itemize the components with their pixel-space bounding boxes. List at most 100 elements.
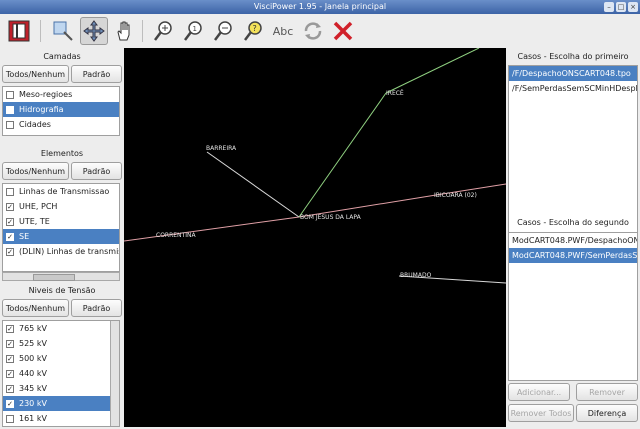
map-label-ibicoara: IBICOARA (02) <box>434 192 477 199</box>
checkbox[interactable]: ✓ <box>6 339 14 348</box>
zoom-out-tool-button[interactable] <box>209 17 237 45</box>
map-svg: IRECÊ BARREIRA IBICOARA (02) BOM JESUS D… <box>123 47 507 284</box>
help-tool-button[interactable]: ? <box>239 17 267 45</box>
remover-todos-button[interactable]: Remover Todos <box>508 404 574 422</box>
camadas-all-none-button[interactable]: Todos/Nenhum <box>2 65 69 83</box>
minimize-button[interactable]: – <box>604 2 614 12</box>
casos2-list: ModCART048.PWF/DespachoON ModCART048.PWF… <box>508 232 638 381</box>
scroll-thumb[interactable] <box>33 274 75 281</box>
map-label-correntina: CORRENTINA <box>156 232 196 239</box>
move-tool-button[interactable] <box>80 17 108 45</box>
casos1-title: Casos - Escolha do primeiro <box>517 52 629 61</box>
checkbox[interactable] <box>6 90 14 99</box>
maximize-button[interactable]: □ <box>616 2 626 12</box>
checkbox[interactable]: ✓ <box>6 232 14 241</box>
elementos-hscrollbar[interactable] <box>2 272 120 281</box>
zoom-out-tool-icon <box>214 21 232 41</box>
layers-tool-button[interactable] <box>5 17 33 45</box>
remover-button[interactable]: Remover <box>576 383 638 401</box>
item-label: 230 kV <box>19 399 47 408</box>
layers-tool-icon <box>8 20 30 42</box>
map-canvas[interactable]: IRECÊ BARREIRA IBICOARA (02) BOM JESUS D… <box>123 47 507 427</box>
camadas-item[interactable]: Cidades <box>3 117 119 132</box>
title-bar: VisciPower 1.95 - Janela principal – □ × <box>0 0 640 14</box>
niveis-item[interactable]: ✓ 230 kV <box>3 396 119 411</box>
refresh-tool-icon <box>304 22 322 40</box>
niveis-vscrollbar[interactable] <box>110 321 119 426</box>
checkbox[interactable] <box>6 105 14 114</box>
item-label: Cidades <box>19 120 51 129</box>
elementos-item[interactable]: ✓ UTE, TE <box>3 214 119 229</box>
camadas-item[interactable]: Meso-regioes <box>3 87 119 102</box>
niveis-item[interactable]: ✓ 345 kV <box>3 381 119 396</box>
niveis-item[interactable]: ✓ 500 kV <box>3 351 119 366</box>
item-label: UTE, TE <box>19 217 50 226</box>
close-tool-button[interactable] <box>329 17 357 45</box>
label-text-tool-button[interactable]: Abc <box>269 17 297 45</box>
checkbox[interactable]: ✓ <box>6 354 14 363</box>
refresh-tool-button[interactable] <box>299 17 327 45</box>
checkbox[interactable]: ✓ <box>6 217 14 226</box>
niveis-default-button[interactable]: Padrão <box>71 299 122 317</box>
elementos-title: Elementos <box>40 149 84 158</box>
window-title: VisciPower 1.95 - Janela principal <box>253 2 387 11</box>
checkbox[interactable]: ✓ <box>6 247 14 256</box>
niveis-item[interactable]: ✓ 440 kV <box>3 366 119 381</box>
item-label: 525 kV <box>19 339 47 348</box>
checkbox[interactable]: ✓ <box>6 369 14 378</box>
zoom-in-tool-icon <box>154 21 172 41</box>
niveis-title: Niveis de Tensão <box>28 286 96 295</box>
item-label: Hidrografia <box>19 105 64 114</box>
diferenca-button[interactable]: Diferença <box>576 404 638 422</box>
niveis-list: ✓ 765 kV ✓ 525 kV ✓ 500 kV ✓ 440 kV ✓ 345 kV … <box>2 320 120 427</box>
casos2-item[interactable]: ModCART048.PWF/DespachoON <box>509 233 637 248</box>
checkbox[interactable]: ✓ <box>6 384 14 393</box>
checkbox[interactable] <box>6 414 14 423</box>
niveis-item[interactable]: ✓ 525 kV <box>3 336 119 351</box>
item-label: 345 kV <box>19 384 47 393</box>
casos2-item[interactable]: ModCART048.PWF/SemPerdasS <box>509 248 637 263</box>
item-label: 500 kV <box>19 354 47 363</box>
zoom-region-tool-button[interactable] <box>49 17 77 45</box>
item-label: Meso-regioes <box>19 90 73 99</box>
niveis-all-none-button[interactable]: Todos/Nenhum <box>2 299 69 317</box>
map-label-barreira: BARREIRA <box>206 145 237 152</box>
checkbox[interactable] <box>6 120 14 129</box>
checkbox[interactable]: ✓ <box>6 324 14 333</box>
elementos-item[interactable]: Linhas de Transmissao <box>3 184 119 199</box>
map-label-irece: IRECÊ <box>386 89 404 97</box>
casos2-title: Casos - Escolha do segundo <box>517 218 629 227</box>
elementos-item[interactable]: ✓ UHE, PCH <box>3 199 119 214</box>
adicionar-button[interactable]: Adicionar... <box>508 383 570 401</box>
map-label-bom-jesus-da-lapa: BOM JESUS DA LAPA <box>300 214 362 221</box>
close-tool-icon <box>333 21 353 41</box>
casos1-item[interactable]: /F/SemPerdasSemSCMinHDespF <box>509 81 637 96</box>
niveis-item[interactable]: ✓ 765 kV <box>3 321 119 336</box>
svg-text:1: 1 <box>193 25 197 33</box>
checkbox[interactable]: ✓ <box>6 202 14 211</box>
toolbar: 1 ? Abc <box>0 14 640 49</box>
zoom-reset-tool-icon: 1 <box>184 21 202 41</box>
item-label: UHE, PCH <box>19 202 58 211</box>
zoom-reset-tool-button[interactable]: 1 <box>179 17 207 45</box>
elementos-default-button[interactable]: Padrão <box>71 162 122 180</box>
item-label: SE <box>19 232 30 241</box>
checkbox[interactable] <box>6 187 14 196</box>
elementos-all-none-button[interactable]: Todos/Nenhum <box>2 162 69 180</box>
item-label: Linhas de Transmissao <box>19 187 110 196</box>
elementos-item[interactable]: ✓ (DLIN) Linhas de transmis <box>3 244 119 259</box>
close-window-button[interactable]: × <box>628 2 638 12</box>
checkbox[interactable]: ✓ <box>6 399 14 408</box>
item-label: 440 kV <box>19 369 47 378</box>
zoom-region-tool-icon <box>53 21 73 41</box>
camadas-default-button[interactable]: Padrão <box>71 65 122 83</box>
left-panel: Camadas Todos/Nenhum Padrão Meso-regioes… <box>0 48 124 427</box>
camadas-item[interactable]: Hidrografia <box>3 102 119 117</box>
transmission-line <box>385 47 480 94</box>
zoom-in-tool-button[interactable] <box>149 17 177 45</box>
elementos-item[interactable]: ✓ SE <box>3 229 119 244</box>
niveis-item[interactable]: 161 kV <box>3 411 119 426</box>
hand-pan-tool-button[interactable] <box>110 17 138 45</box>
abc-label: Abc <box>272 24 294 38</box>
casos1-item[interactable]: /F/DespachoONSCART048.tpo <box>509 66 637 81</box>
